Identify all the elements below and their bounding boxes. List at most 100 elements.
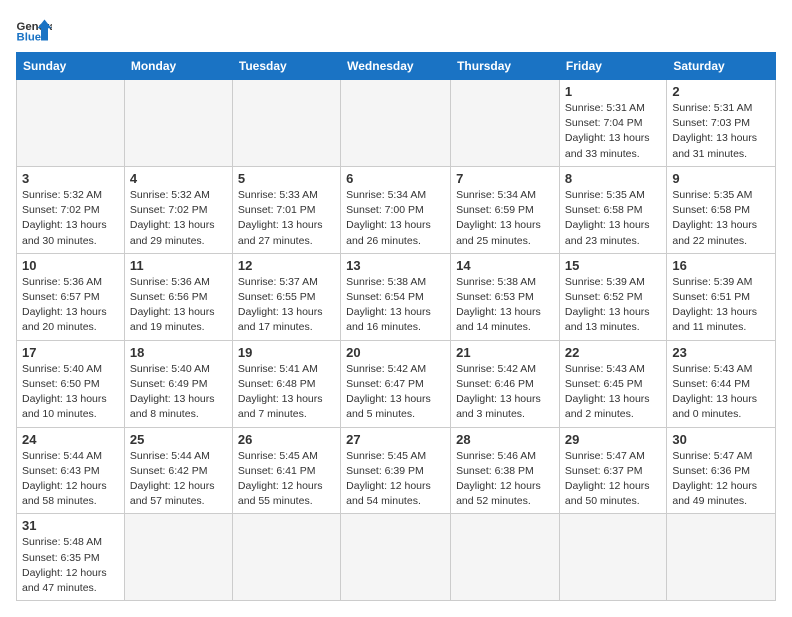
day-sun-info: Sunrise: 5:31 AMSunset: 7:03 PMDaylight:… [672, 101, 770, 162]
calendar-week-row: 1Sunrise: 5:31 AMSunset: 7:04 PMDaylight… [17, 80, 776, 167]
calendar-cell [559, 514, 666, 601]
day-number: 25 [130, 432, 227, 447]
weekday-header-wednesday: Wednesday [341, 53, 451, 80]
day-number: 14 [456, 258, 554, 273]
day-number: 7 [456, 171, 554, 186]
day-sun-info: Sunrise: 5:45 AMSunset: 6:39 PMDaylight:… [346, 449, 445, 510]
day-number: 31 [22, 518, 119, 533]
day-sun-info: Sunrise: 5:35 AMSunset: 6:58 PMDaylight:… [672, 188, 770, 249]
day-sun-info: Sunrise: 5:32 AMSunset: 7:02 PMDaylight:… [22, 188, 119, 249]
day-sun-info: Sunrise: 5:44 AMSunset: 6:42 PMDaylight:… [130, 449, 227, 510]
day-number: 22 [565, 345, 661, 360]
weekday-header-thursday: Thursday [451, 53, 560, 80]
calendar-cell: 7 Sunrise: 5:34 AMSunset: 6:59 PMDaylight… [451, 166, 560, 253]
day-sun-info: Sunrise: 5:39 AMSunset: 6:52 PMDaylight:… [565, 275, 661, 336]
day-number: 24 [22, 432, 119, 447]
calendar-cell [124, 80, 232, 167]
day-number: 4 [130, 171, 227, 186]
day-sun-info: Sunrise: 5:33 AMSunset: 7:01 PMDaylight:… [238, 188, 335, 249]
calendar-cell [124, 514, 232, 601]
day-number: 13 [346, 258, 445, 273]
svg-text:Blue: Blue [17, 32, 42, 44]
calendar-cell: 18 Sunrise: 5:40 AMSunset: 6:49 PMDayligh… [124, 340, 232, 427]
calendar-cell: 2 Sunrise: 5:31 AMSunset: 7:03 PMDaylight… [667, 80, 776, 167]
calendar-cell: 8 Sunrise: 5:35 AMSunset: 6:58 PMDaylight… [559, 166, 666, 253]
day-sun-info: Sunrise: 5:48 AMSunset: 6:35 PMDaylight:… [22, 535, 119, 596]
day-sun-info: Sunrise: 5:34 AMSunset: 6:59 PMDaylight:… [456, 188, 554, 249]
day-number: 20 [346, 345, 445, 360]
day-sun-info: Sunrise: 5:38 AMSunset: 6:54 PMDaylight:… [346, 275, 445, 336]
day-sun-info: Sunrise: 5:34 AMSunset: 7:00 PMDaylight:… [346, 188, 445, 249]
day-sun-info: Sunrise: 5:36 AMSunset: 6:57 PMDaylight:… [22, 275, 119, 336]
day-number: 28 [456, 432, 554, 447]
day-number: 19 [238, 345, 335, 360]
day-sun-info: Sunrise: 5:43 AMSunset: 6:44 PMDaylight:… [672, 362, 770, 423]
day-sun-info: Sunrise: 5:41 AMSunset: 6:48 PMDaylight:… [238, 362, 335, 423]
calendar-cell: 22 Sunrise: 5:43 AMSunset: 6:45 PMDayligh… [559, 340, 666, 427]
day-sun-info: Sunrise: 5:36 AMSunset: 6:56 PMDaylight:… [130, 275, 227, 336]
calendar-cell: 13 Sunrise: 5:38 AMSunset: 6:54 PMDayligh… [341, 253, 451, 340]
calendar-cell: 23 Sunrise: 5:43 AMSunset: 6:44 PMDayligh… [667, 340, 776, 427]
weekday-header-row: SundayMondayTuesdayWednesdayThursdayFrid… [17, 53, 776, 80]
calendar-cell [232, 514, 340, 601]
calendar-cell: 15 Sunrise: 5:39 AMSunset: 6:52 PMDayligh… [559, 253, 666, 340]
day-number: 15 [565, 258, 661, 273]
calendar-cell: 26 Sunrise: 5:45 AMSunset: 6:41 PMDayligh… [232, 427, 340, 514]
weekday-header-tuesday: Tuesday [232, 53, 340, 80]
day-number: 29 [565, 432, 661, 447]
calendar-cell: 27 Sunrise: 5:45 AMSunset: 6:39 PMDayligh… [341, 427, 451, 514]
day-sun-info: Sunrise: 5:35 AMSunset: 6:58 PMDaylight:… [565, 188, 661, 249]
calendar-cell: 11 Sunrise: 5:36 AMSunset: 6:56 PMDayligh… [124, 253, 232, 340]
calendar-week-row: 3Sunrise: 5:32 AMSunset: 7:02 PMDaylight… [17, 166, 776, 253]
day-number: 26 [238, 432, 335, 447]
calendar-cell: 17 Sunrise: 5:40 AMSunset: 6:50 PMDayligh… [17, 340, 125, 427]
day-number: 8 [565, 171, 661, 186]
day-sun-info: Sunrise: 5:40 AMSunset: 6:49 PMDaylight:… [130, 362, 227, 423]
day-sun-info: Sunrise: 5:38 AMSunset: 6:53 PMDaylight:… [456, 275, 554, 336]
day-sun-info: Sunrise: 5:46 AMSunset: 6:38 PMDaylight:… [456, 449, 554, 510]
calendar-cell [451, 80, 560, 167]
calendar-week-row: 24 Sunrise: 5:44 AMSunset: 6:43 PMDayligh… [17, 427, 776, 514]
day-number: 17 [22, 345, 119, 360]
day-number: 27 [346, 432, 445, 447]
day-sun-info: Sunrise: 5:43 AMSunset: 6:45 PMDaylight:… [565, 362, 661, 423]
day-number: 18 [130, 345, 227, 360]
calendar-cell [232, 80, 340, 167]
day-sun-info: Sunrise: 5:47 AMSunset: 6:36 PMDaylight:… [672, 449, 770, 510]
calendar-cell [341, 80, 451, 167]
day-number: 11 [130, 258, 227, 273]
calendar-week-row: 17 Sunrise: 5:40 AMSunset: 6:50 PMDayligh… [17, 340, 776, 427]
calendar-week-row: 31 Sunrise: 5:48 AMSunset: 6:35 PMDayligh… [17, 514, 776, 601]
day-sun-info: Sunrise: 5:39 AMSunset: 6:51 PMDaylight:… [672, 275, 770, 336]
day-number: 5 [238, 171, 335, 186]
day-sun-info: Sunrise: 5:32 AMSunset: 7:02 PMDaylight:… [130, 188, 227, 249]
day-number: 10 [22, 258, 119, 273]
day-sun-info: Sunrise: 5:45 AMSunset: 6:41 PMDaylight:… [238, 449, 335, 510]
day-number: 6 [346, 171, 445, 186]
calendar-cell [451, 514, 560, 601]
calendar-cell: 14 Sunrise: 5:38 AMSunset: 6:53 PMDayligh… [451, 253, 560, 340]
calendar-table: SundayMondayTuesdayWednesdayThursdayFrid… [16, 52, 776, 601]
day-number: 23 [672, 345, 770, 360]
calendar-cell: 12Sunrise: 5:37 AMSunset: 6:55 PMDayligh… [232, 253, 340, 340]
day-number: 21 [456, 345, 554, 360]
day-number: 30 [672, 432, 770, 447]
weekday-header-friday: Friday [559, 53, 666, 80]
calendar-cell: 21 Sunrise: 5:42 AMSunset: 6:46 PMDayligh… [451, 340, 560, 427]
calendar-cell: 28 Sunrise: 5:46 AMSunset: 6:38 PMDayligh… [451, 427, 560, 514]
weekday-header-monday: Monday [124, 53, 232, 80]
calendar-cell: 4 Sunrise: 5:32 AMSunset: 7:02 PMDaylight… [124, 166, 232, 253]
calendar-week-row: 10 Sunrise: 5:36 AMSunset: 6:57 PMDayligh… [17, 253, 776, 340]
calendar-cell: 6 Sunrise: 5:34 AMSunset: 7:00 PMDaylight… [341, 166, 451, 253]
day-sun-info: Sunrise: 5:44 AMSunset: 6:43 PMDaylight:… [22, 449, 119, 510]
calendar-cell: 19 Sunrise: 5:41 AMSunset: 6:48 PMDayligh… [232, 340, 340, 427]
day-sun-info: Sunrise: 5:42 AMSunset: 6:46 PMDaylight:… [456, 362, 554, 423]
weekday-header-saturday: Saturday [667, 53, 776, 80]
day-sun-info: Sunrise: 5:42 AMSunset: 6:47 PMDaylight:… [346, 362, 445, 423]
calendar-cell: 30 Sunrise: 5:47 AMSunset: 6:36 PMDayligh… [667, 427, 776, 514]
calendar-cell: 29Sunrise: 5:47 AMSunset: 6:37 PMDayligh… [559, 427, 666, 514]
calendar-cell: 16Sunrise: 5:39 AMSunset: 6:51 PMDayligh… [667, 253, 776, 340]
calendar-cell: 1Sunrise: 5:31 AMSunset: 7:04 PMDaylight… [559, 80, 666, 167]
day-sun-info: Sunrise: 5:40 AMSunset: 6:50 PMDaylight:… [22, 362, 119, 423]
day-number: 2 [672, 84, 770, 99]
